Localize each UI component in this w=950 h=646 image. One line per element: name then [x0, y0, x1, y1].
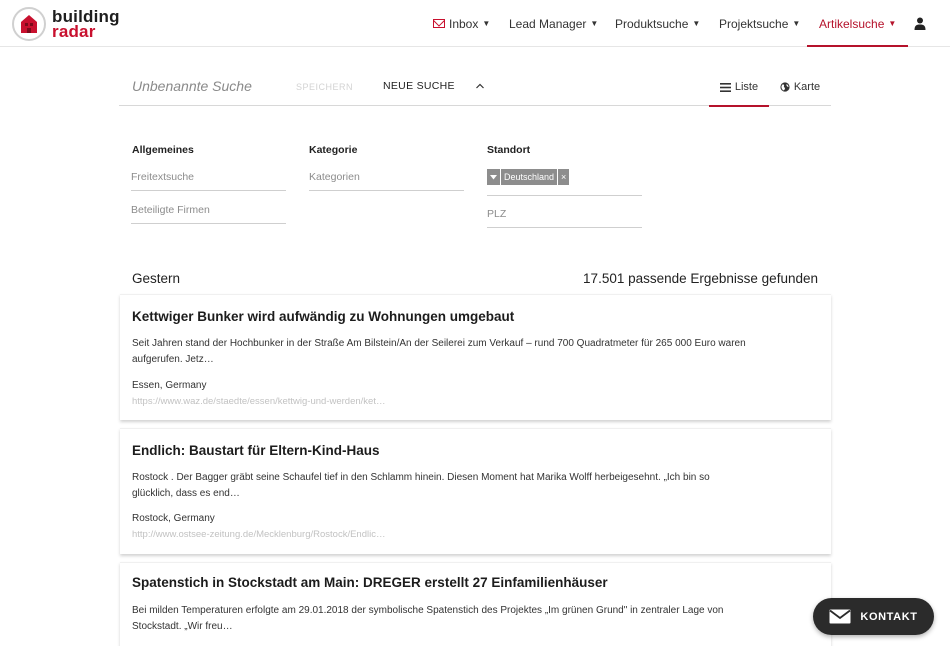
brand-line2: radar — [52, 22, 96, 41]
envelope-icon — [433, 19, 445, 28]
building-logo-icon — [12, 7, 46, 41]
filter-general-title: Allgemeines — [132, 144, 194, 156]
results-count: 17.501 passende Ergebnisse gefunden — [583, 271, 818, 286]
chevron-down-icon[interactable] — [487, 169, 500, 185]
caret-down-icon: ▼ — [692, 19, 701, 28]
chevron-up-icon[interactable] — [475, 81, 485, 91]
result-excerpt: Bei milden Temperaturen erfolgte am 29.0… — [132, 605, 724, 632]
location-tag-label: Deutschland — [501, 169, 558, 185]
nav-produktsuche-label: Produktsuche — [615, 16, 689, 31]
companies-input[interactable]: Beteiligte Firmen — [131, 200, 286, 224]
user-icon — [914, 17, 926, 30]
contact-button[interactable]: KONTAKT — [813, 598, 934, 635]
remove-tag-icon[interactable]: × — [558, 169, 570, 185]
result-url[interactable]: https://www.waz.de/staedte/essen/kettwig… — [132, 396, 385, 407]
tab-map-label: Karte — [793, 81, 821, 93]
result-location: Essen, Germany — [132, 380, 207, 391]
contact-label: KONTAKT — [860, 610, 918, 623]
filter-location-title: Standort — [487, 144, 531, 156]
result-excerpt: Rostock . Der Bagger gräbt seine Schaufe… — [132, 472, 710, 499]
tab-list-view[interactable]: Liste — [709, 68, 769, 107]
result-title[interactable]: Endlich: Baustart für Eltern-Kind-Haus — [132, 443, 380, 458]
search-header: Unbenannte Suche SPEICHERN NEUE SUCHE Li… — [119, 68, 831, 107]
location-tag: Deutschland × — [487, 169, 570, 185]
nav-projektsuche-label: Projektsuche — [719, 16, 789, 31]
top-navbar: building radar Inbox ▼ Lead Manager ▼ Pr… — [0, 0, 950, 47]
tab-list-label: Liste — [734, 81, 759, 93]
nav-inbox[interactable]: Inbox ▼ — [433, 0, 490, 47]
result-location: Rostock, Germany — [132, 513, 215, 524]
caret-down-icon: ▼ — [888, 19, 897, 28]
nav-artikelsuche-label: Artikelsuche — [819, 16, 885, 31]
category-input[interactable]: Kategorien — [309, 167, 464, 191]
result-title[interactable]: Spatenstich in Stockstadt am Main: DREGE… — [132, 575, 608, 590]
result-card[interactable]: Spatenstich in Stockstadt am Main: DREGE… — [120, 562, 831, 646]
user-menu[interactable] — [914, 0, 926, 47]
nav-inbox-label: Inbox — [449, 16, 479, 31]
nav-lead-manager-label: Lead Manager — [509, 16, 587, 31]
nav-produktsuche[interactable]: Produktsuche ▼ — [615, 0, 700, 47]
nav-lead-manager[interactable]: Lead Manager ▼ — [509, 0, 598, 47]
result-title[interactable]: Kettwiger Bunker wird aufwändig zu Wohnu… — [132, 309, 514, 324]
search-name-field[interactable]: Unbenannte Suche — [132, 78, 252, 94]
plz-input[interactable]: PLZ — [487, 204, 642, 228]
nav-projektsuche[interactable]: Projektsuche ▼ — [719, 0, 800, 47]
save-button[interactable]: SPEICHERN — [296, 82, 353, 92]
globe-icon — [780, 82, 790, 92]
result-card[interactable]: Kettwiger Bunker wird aufwändig zu Wohnu… — [120, 294, 831, 420]
envelope-icon — [829, 609, 851, 624]
tab-map-view[interactable]: Karte — [774, 68, 826, 106]
result-card[interactable]: Endlich: Baustart für Eltern-Kind-Haus R… — [120, 428, 831, 554]
result-excerpt: Seit Jahren stand der Hochbunker in der … — [132, 338, 746, 365]
brand-logo[interactable]: building radar — [12, 6, 120, 42]
freetext-search-input[interactable]: Freitextsuche — [131, 167, 286, 191]
caret-down-icon: ▼ — [590, 19, 599, 28]
caret-down-icon: ▼ — [792, 19, 801, 28]
nav-artikelsuche[interactable]: Artikelsuche ▼ — [806, 0, 909, 47]
filter-category-title: Kategorie — [309, 144, 358, 156]
results-day-label: Gestern — [132, 271, 181, 286]
list-icon — [719, 82, 731, 92]
caret-down-icon: ▼ — [482, 19, 491, 28]
result-url[interactable]: http://www.ostsee-zeitung.de/Mecklenburg… — [132, 529, 385, 540]
results-header: Gestern 17.501 passende Ergebnisse gefun… — [132, 271, 818, 289]
new-search-button[interactable]: NEUE SUCHE — [383, 80, 455, 92]
